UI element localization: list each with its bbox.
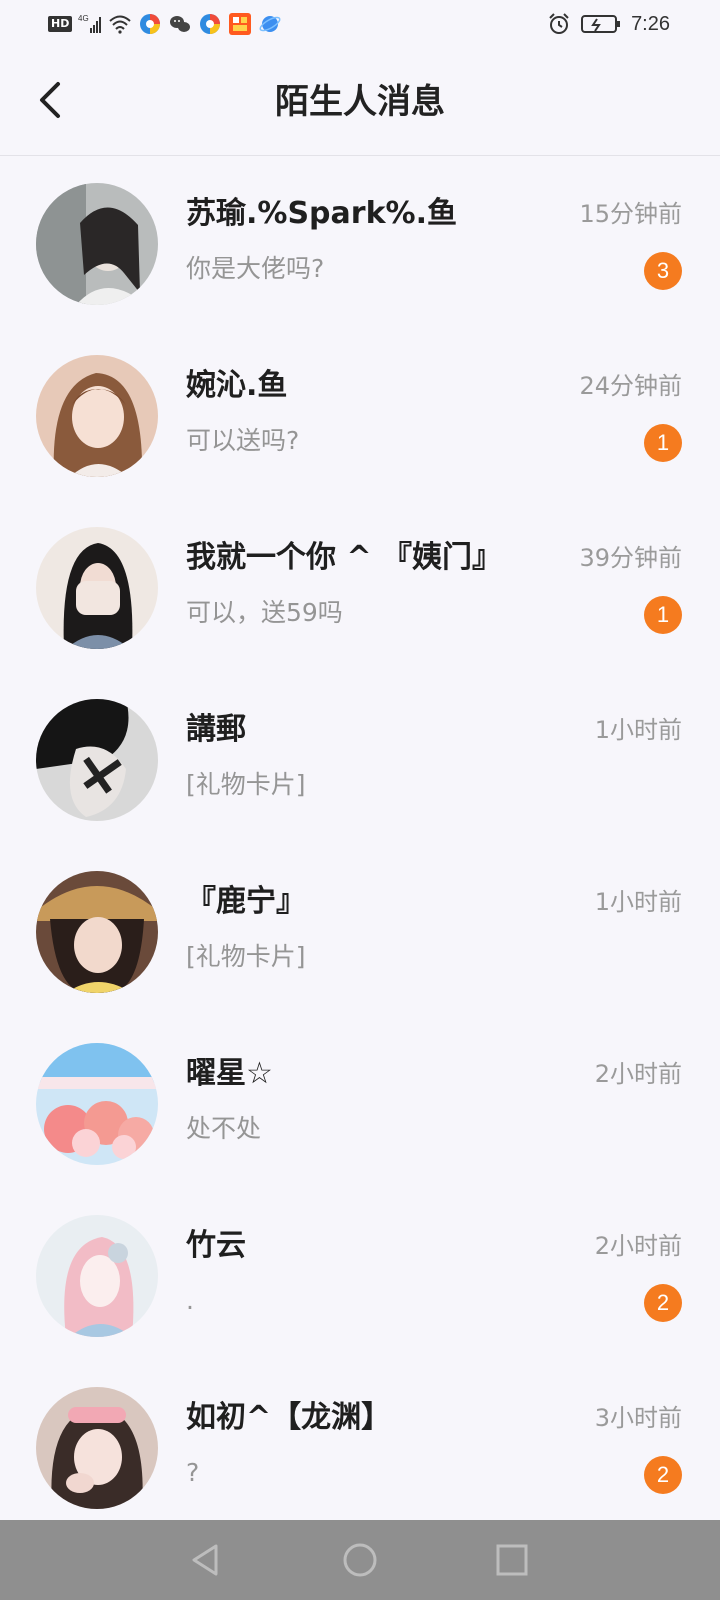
battery-icon bbox=[581, 15, 621, 33]
item-name: 曜星☆ bbox=[186, 1056, 273, 1091]
list-item[interactable]: 竹云 2小时前 . 2 bbox=[0, 1189, 720, 1365]
hd-badge: HD bbox=[48, 16, 73, 32]
status-time: 7:26 bbox=[631, 12, 670, 35]
nav-back-button[interactable] bbox=[186, 1540, 226, 1580]
list-item[interactable]: 如初^【龙渊】 3小时前 ? 2 bbox=[0, 1361, 720, 1520]
app-notification-icon bbox=[140, 14, 161, 34]
list-item[interactable]: 婉沁.鱼 24分钟前 可以送吗? 1 bbox=[0, 329, 720, 505]
item-preview: 处不处 bbox=[186, 1114, 262, 1143]
item-name: 婉沁.鱼 bbox=[186, 368, 288, 403]
message-list[interactable]: 苏瑜.%Spark%.鱼 15分钟前 你是大佬吗? 3 婉沁.鱼 24分钟前 可… bbox=[0, 157, 720, 1520]
avatar[interactable] bbox=[36, 871, 158, 993]
app-notification-icon-2 bbox=[200, 14, 221, 34]
signal-icon: 4G bbox=[78, 14, 102, 33]
wechat-icon bbox=[170, 16, 191, 32]
list-item[interactable]: 曜星☆ 2小时前 处不处 bbox=[0, 1017, 720, 1193]
item-time: 39分钟前 bbox=[579, 544, 682, 572]
item-name: 講郵 bbox=[186, 712, 246, 747]
unread-badge: 1 bbox=[644, 596, 682, 634]
alarm-icon bbox=[549, 13, 569, 34]
avatar[interactable] bbox=[36, 699, 158, 821]
item-time: 1小时前 bbox=[594, 888, 682, 916]
shopping-app-icon bbox=[229, 13, 252, 35]
unread-badge: 2 bbox=[644, 1456, 682, 1494]
square-recents-icon bbox=[496, 1544, 528, 1576]
unread-badge: 1 bbox=[644, 424, 682, 462]
avatar[interactable] bbox=[36, 1387, 158, 1509]
item-preview: 你是大佬吗? bbox=[186, 254, 325, 283]
item-preview: [礼物卡片] bbox=[186, 942, 306, 971]
circle-home-icon bbox=[343, 1543, 377, 1577]
wifi-icon bbox=[109, 15, 132, 34]
item-name: 如初^【龙渊】 bbox=[186, 1400, 392, 1435]
item-preview: 可以送吗? bbox=[186, 426, 300, 455]
avatar[interactable] bbox=[36, 527, 158, 649]
list-item[interactable]: 苏瑜.%Spark%.鱼 15分钟前 你是大佬吗? 3 bbox=[0, 157, 720, 333]
unread-badge: 3 bbox=[644, 252, 682, 290]
nav-bar bbox=[0, 1520, 720, 1600]
avatar[interactable] bbox=[36, 1043, 158, 1165]
avatar[interactable] bbox=[36, 355, 158, 477]
triangle-back-icon bbox=[192, 1544, 218, 1576]
list-item[interactable]: 我就一个你 ^ 『姨门』 39分钟前 可以，送59吗 1 bbox=[0, 501, 720, 677]
item-name: 竹云 bbox=[186, 1228, 246, 1263]
item-name: 『鹿宁』 bbox=[186, 884, 306, 919]
avatar[interactable] bbox=[36, 183, 158, 305]
item-time: 3小时前 bbox=[594, 1404, 682, 1432]
status-bar-right: 7:26 bbox=[547, 12, 670, 36]
status-bar: HD 4G 7:26 bbox=[0, 0, 720, 48]
svg-text:4G: 4G bbox=[78, 14, 89, 23]
item-name: 我就一个你 ^ 『姨门』 bbox=[186, 540, 503, 575]
header: 陌生人消息 bbox=[0, 48, 720, 156]
item-preview: [礼物卡片] bbox=[186, 770, 306, 799]
page-title: 陌生人消息 bbox=[275, 82, 445, 122]
item-time: 15分钟前 bbox=[579, 200, 682, 228]
nav-home-button[interactable] bbox=[340, 1540, 380, 1580]
item-preview: . bbox=[186, 1286, 194, 1315]
list-item[interactable]: 『鹿宁』 1小时前 [礼物卡片] bbox=[0, 845, 720, 1021]
item-time: 2小时前 bbox=[594, 1232, 682, 1260]
item-time: 1小时前 bbox=[594, 716, 682, 744]
item-preview: ? bbox=[186, 1458, 200, 1487]
nav-recents-button[interactable] bbox=[492, 1540, 532, 1580]
item-time: 24分钟前 bbox=[579, 372, 682, 400]
avatar[interactable] bbox=[36, 1215, 158, 1337]
status-bar-left: HD 4G bbox=[48, 12, 282, 36]
list-item[interactable]: 講郵 1小时前 [礼物卡片] bbox=[0, 673, 720, 849]
browser-icon bbox=[259, 16, 281, 32]
item-preview: 可以，送59吗 bbox=[186, 598, 343, 627]
item-name: 苏瑜.%Spark%.鱼 bbox=[186, 196, 457, 231]
unread-badge: 2 bbox=[644, 1284, 682, 1322]
item-time: 2小时前 bbox=[594, 1060, 682, 1088]
